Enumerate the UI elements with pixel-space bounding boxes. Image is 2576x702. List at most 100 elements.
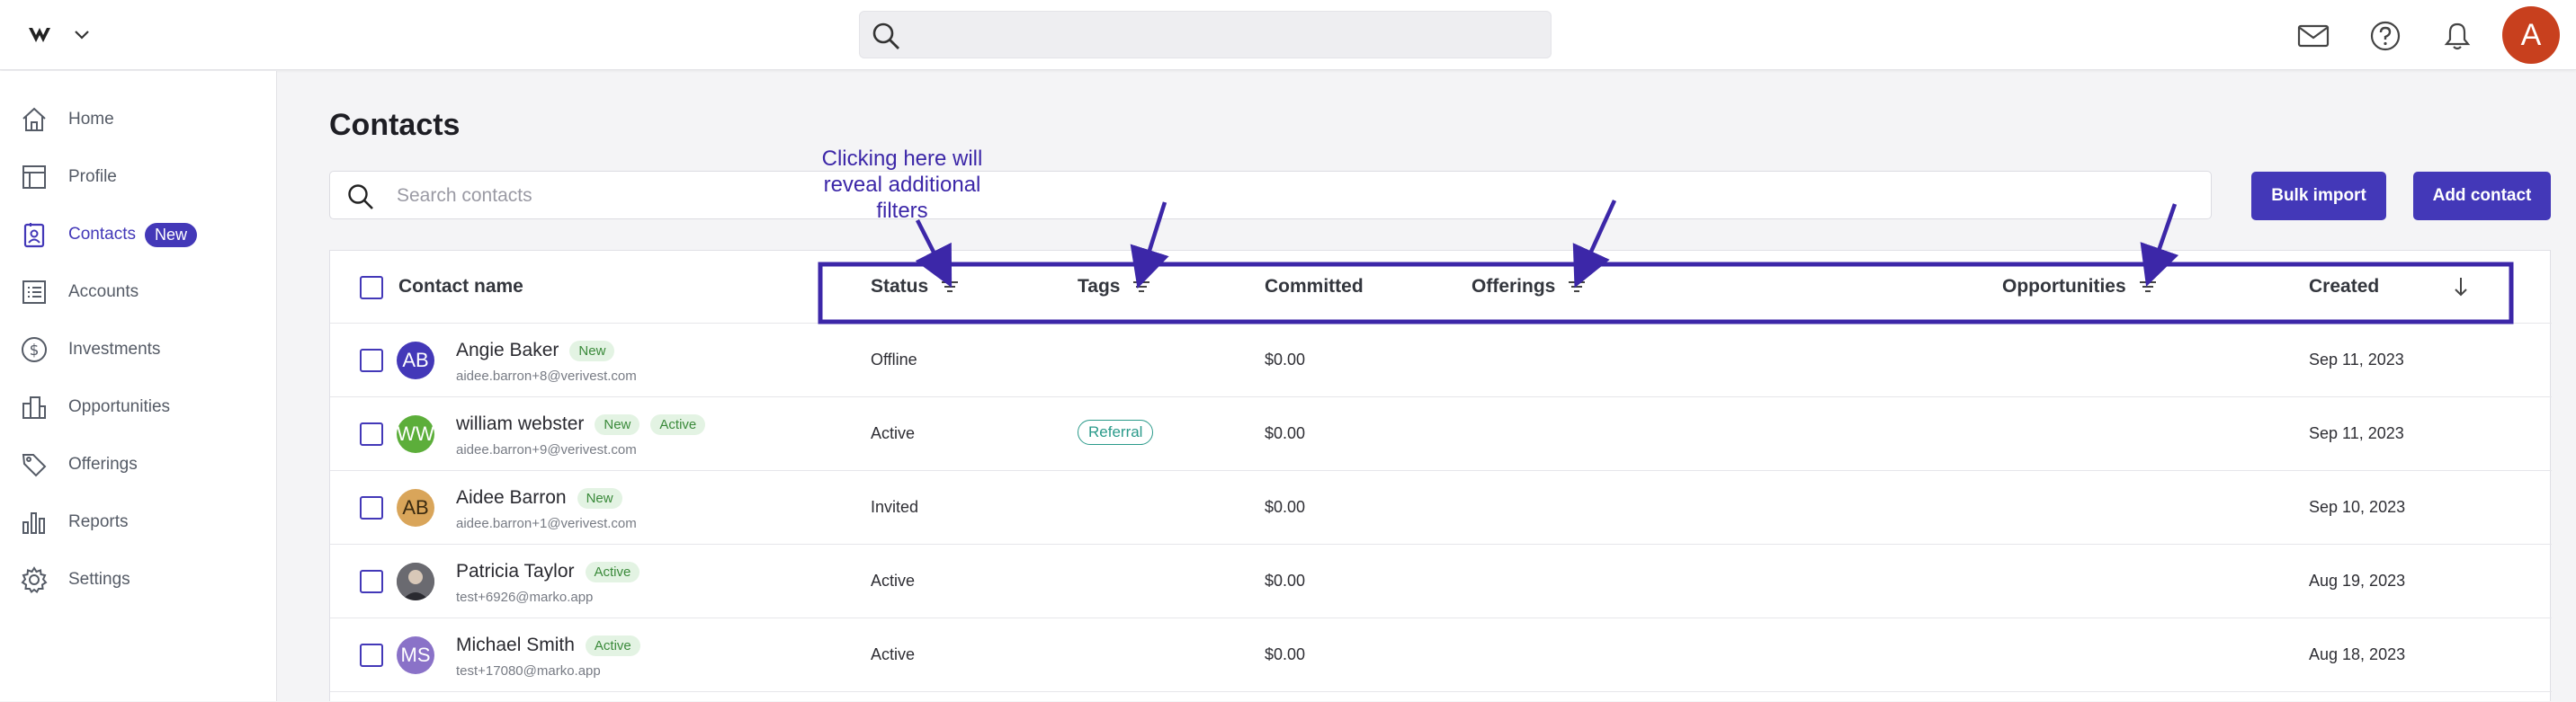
table-row[interactable]: Patricia Taylor Active test+6926@marko.a… <box>330 544 2552 618</box>
filter-icon[interactable] <box>941 280 959 294</box>
contact-name-text: Angie Baker <box>456 340 559 360</box>
contact-name[interactable]: Angie Baker New <box>456 340 615 361</box>
sidebar-item-home[interactable]: Home <box>18 100 261 139</box>
column-label: Status <box>871 276 929 297</box>
offerings-icon <box>18 449 50 481</box>
contact-email: aidee.barron+8@verivest.com <box>456 369 637 384</box>
brand-menu[interactable] <box>27 20 99 50</box>
new-badge: New <box>144 222 197 247</box>
sidebar-item-label: Home <box>68 110 114 129</box>
contact-name-text: Aidee Barron <box>456 487 567 508</box>
reports-icon <box>18 506 50 538</box>
bell-icon <box>2444 22 2471 50</box>
sidebar-item-accounts[interactable]: Accounts <box>18 272 261 312</box>
profile-icon <box>18 161 50 193</box>
committed-cell: $0.00 <box>1265 645 1306 663</box>
bulk-import-button[interactable]: Bulk import <box>2251 172 2386 220</box>
contact-name[interactable]: Aidee Barron New <box>456 487 622 509</box>
contact-name[interactable]: william webster New Active <box>456 413 706 435</box>
filter-icon[interactable] <box>1132 280 1150 294</box>
column-header-tags[interactable]: Tags <box>1078 276 1150 298</box>
tag-pill[interactable]: Referral <box>1078 420 1154 445</box>
annotation-line: filters <box>876 199 928 223</box>
contact-search[interactable] <box>329 171 2212 219</box>
column-label: Tags <box>1078 276 1121 297</box>
sidebar-item-offerings[interactable]: Offerings <box>18 445 261 484</box>
sidebar-item-profile[interactable]: Profile <box>18 157 261 197</box>
sidebar-item-label: Settings <box>68 570 130 589</box>
contacts-table: Contact name Status Tags Committed Offer… <box>329 250 2552 702</box>
column-header-status[interactable]: Status <box>871 276 959 298</box>
sidebar-item-opportunities[interactable]: Opportunities <box>18 387 261 427</box>
sidebar-item-investments[interactable]: $ Investments <box>18 330 261 369</box>
global-search[interactable] <box>859 11 1552 58</box>
status-badge: Active <box>650 413 706 435</box>
investments-icon: $ <box>18 333 50 366</box>
mail-button[interactable] <box>2295 18 2331 54</box>
status-cell: Active <box>871 424 916 442</box>
help-icon <box>2370 21 2401 51</box>
status-badge: Active <box>585 561 640 582</box>
sidebar: Home Profile Contacts New Accounts $ Inv… <box>0 71 277 701</box>
sidebar-item-label: Accounts <box>68 282 139 301</box>
status-cell: Active <box>871 645 916 663</box>
avatar: MS <box>397 636 434 674</box>
sidebar-item-label: Opportunities <box>68 397 171 416</box>
page-title: Contacts <box>329 108 461 142</box>
contact-name[interactable]: Michael Smith Active <box>456 635 640 656</box>
created-cell: Sep 11, 2023 <box>2309 351 2404 369</box>
row-checkbox[interactable] <box>360 349 383 372</box>
sidebar-item-contacts[interactable]: Contacts New <box>18 215 261 254</box>
column-header-offerings[interactable]: Offerings <box>1471 276 1586 298</box>
row-checkbox[interactable] <box>360 644 383 667</box>
table-row[interactable]: AB Angie Baker New aidee.barron+8@verive… <box>330 323 2552 396</box>
avatar-photo <box>397 563 434 600</box>
table-row[interactable]: AB Aidee Barron New aidee.barron+1@veriv… <box>330 470 2552 544</box>
annotation-line: Clicking here will <box>821 147 983 171</box>
committed-cell: $0.00 <box>1265 498 1306 516</box>
sidebar-item-reports[interactable]: Reports <box>18 502 261 542</box>
row-checkbox[interactable] <box>360 422 383 446</box>
status-badge: Active <box>585 635 640 656</box>
top-bar: A <box>0 0 2576 70</box>
contact-search-input[interactable] <box>397 181 2016 211</box>
help-button[interactable] <box>2367 18 2403 54</box>
contact-email: aidee.barron+1@verivest.com <box>456 516 637 531</box>
contact-name[interactable]: Patricia Taylor Active <box>456 561 640 582</box>
created-cell: Aug 19, 2023 <box>2309 572 2406 590</box>
table-row[interactable]: MS Michael Smith Active test+17080@marko… <box>330 618 2552 691</box>
arrow-down-icon <box>2455 278 2467 297</box>
filter-icon[interactable] <box>2139 280 2157 294</box>
column-header-opportunities[interactable]: Opportunities <box>2002 276 2157 298</box>
table-row[interactable]: WW william webster New Active aidee.barr… <box>330 396 2552 470</box>
column-header-created[interactable]: Created <box>2309 276 2379 298</box>
status-badge: New <box>577 487 622 509</box>
column-header-contact-name[interactable]: Contact name <box>398 276 523 298</box>
created-cell: Sep 11, 2023 <box>2309 424 2404 442</box>
select-all-checkbox[interactable] <box>360 276 383 299</box>
row-checkbox[interactable] <box>360 570 383 593</box>
sort-descending-button[interactable] <box>2453 276 2469 298</box>
row-checkbox[interactable] <box>360 496 383 520</box>
column-label: Opportunities <box>2002 276 2126 297</box>
user-avatar[interactable]: A <box>2502 6 2560 64</box>
annotation-line: reveal additional <box>823 173 981 197</box>
created-cell: Aug 18, 2023 <box>2309 645 2406 663</box>
accounts-icon <box>18 276 50 308</box>
committed-cell: $0.00 <box>1265 572 1306 590</box>
contacts-icon <box>18 218 50 251</box>
add-contact-button[interactable]: Add contact <box>2413 172 2551 220</box>
sidebar-item-settings[interactable]: Settings <box>18 560 261 600</box>
sidebar-item-label: Profile <box>68 167 117 186</box>
column-header-committed[interactable]: Committed <box>1265 276 1364 298</box>
table-row-divider <box>330 691 2552 702</box>
contact-name-text: Patricia Taylor <box>456 561 575 582</box>
filter-icon[interactable] <box>1568 280 1586 294</box>
global-search-input[interactable] <box>910 19 1540 51</box>
opportunities-icon <box>18 391 50 423</box>
status-cell: Active <box>871 572 916 590</box>
chevron-down-icon <box>75 31 89 40</box>
column-label: Committed <box>1265 276 1364 297</box>
notifications-button[interactable] <box>2439 18 2475 54</box>
committed-cell: $0.00 <box>1265 424 1306 442</box>
